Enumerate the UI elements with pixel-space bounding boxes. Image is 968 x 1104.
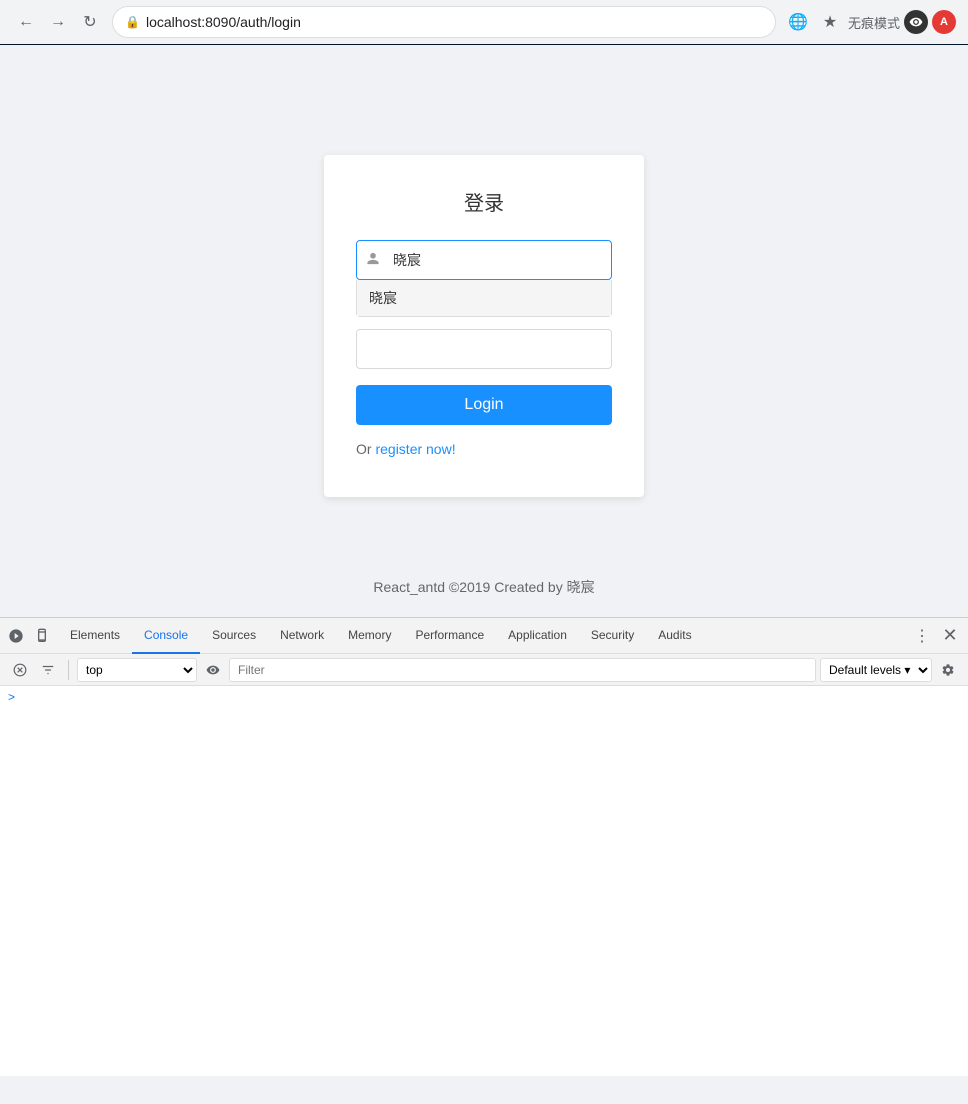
tab-network-label: Network [280,628,324,642]
toolbar-separator [68,660,69,680]
tab-audits-label: Audits [658,628,691,642]
autocomplete-dropdown: 晓宸 [356,280,612,317]
tab-console[interactable]: Console [132,618,200,654]
tab-performance-label: Performance [415,628,484,642]
page-footer: React_antd ©2019 Created by 晓宸 [353,557,614,617]
eye-button[interactable] [201,658,225,682]
password-input[interactable] [369,341,599,357]
incognito-label: 无痕模式 [848,13,900,32]
tab-sources-label: Sources [212,628,256,642]
register-link[interactable]: register now! [375,441,455,457]
browser-chrome: ← → ↻ 🔒 🌐 ★ 无痕模式 A [0,0,968,45]
browser-actions: 🌐 ★ 无痕模式 A [784,8,956,36]
tab-memory[interactable]: Memory [336,618,403,654]
translate-button[interactable]: 🌐 [784,8,812,36]
username-input[interactable] [356,240,612,280]
context-selector[interactable]: top [77,658,197,682]
devtools-close-button[interactable]: ✕ [936,622,964,650]
password-area [356,329,612,369]
log-level-select[interactable]: Default levels ▾ [820,658,932,682]
devtools-more-button[interactable]: ⋮ [908,622,936,650]
clear-console-button[interactable] [8,658,32,682]
tab-performance[interactable]: Performance [403,618,496,654]
devtools-console-area: > [0,686,968,1076]
forward-button[interactable]: → [44,8,72,36]
user-avatar: A [932,10,956,34]
username-wrapper [356,240,612,280]
tab-application[interactable]: Application [496,618,579,654]
console-prompt-icon: > [8,690,15,704]
browser-toolbar: ← → ↻ 🔒 🌐 ★ 无痕模式 A [0,0,968,44]
tab-application-label: Application [508,628,567,642]
tab-network[interactable]: Network [268,618,336,654]
console-prompt-line: > [8,690,960,704]
tab-security[interactable]: Security [579,618,646,654]
inspect-element-button[interactable] [4,624,28,648]
tab-audits[interactable]: Audits [646,618,703,654]
address-input[interactable] [146,14,763,30]
login-title: 登录 [356,187,612,216]
or-text: Or [356,441,372,457]
devtools-left-tools [4,624,54,648]
autocomplete-item[interactable]: 晓宸 [357,280,611,316]
tab-elements[interactable]: Elements [58,618,132,654]
incognito-icon [904,10,928,34]
tab-memory-label: Memory [348,628,391,642]
tab-elements-label: Elements [70,628,120,642]
register-area: Or register now! [356,441,612,457]
devtools-console-toolbar: top Default levels ▾ [0,654,968,686]
devtools-tabs-bar: Elements Console Sources Network Memory … [0,618,968,654]
user-icon [366,252,380,269]
autocomplete-option-text: 晓宸 [369,288,397,308]
filter-toggle-button[interactable] [36,658,60,682]
console-filter-input[interactable] [229,658,816,682]
tab-security-label: Security [591,628,634,642]
tab-sources[interactable]: Sources [200,618,268,654]
bookmark-button[interactable]: ★ [816,8,844,36]
devtools-settings-button[interactable] [936,658,960,682]
tab-console-label: Console [144,628,188,642]
page-content: 登录 晓宸 Login Or register now! React_ant [0,45,968,617]
login-card: 登录 晓宸 Login Or register now! [324,155,644,497]
reload-button[interactable]: ↻ [76,8,104,36]
address-bar-container: 🔒 [112,6,776,38]
device-toggle-button[interactable] [30,624,54,648]
nav-buttons: ← → ↻ [12,8,104,36]
login-button[interactable]: Login [356,385,612,425]
devtools-panel: Elements Console Sources Network Memory … [0,617,968,1076]
lock-icon: 🔒 [125,15,140,29]
back-button[interactable]: ← [12,8,40,36]
